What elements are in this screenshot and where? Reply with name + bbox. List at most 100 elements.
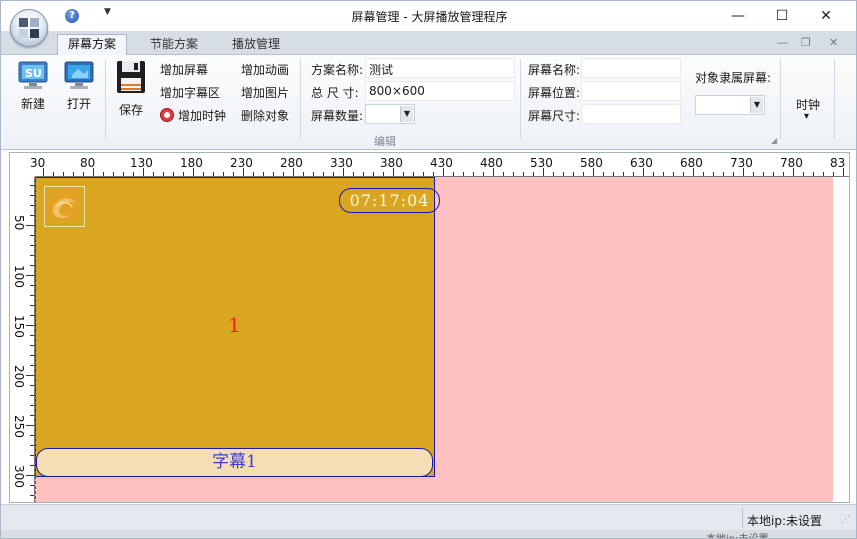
ruler-tick [553, 172, 554, 176]
total-size-field[interactable]: 800×600 [365, 81, 515, 101]
ruler-tick [183, 172, 184, 176]
ruler-tick [263, 172, 264, 176]
ruler-label: 680 [680, 156, 703, 170]
ruler-tick [633, 172, 634, 176]
ruler-tick [30, 415, 34, 416]
mdi-minimize-button[interactable]: — [777, 36, 788, 49]
ruler-tick [753, 172, 754, 176]
open-button[interactable]: 打开 [57, 59, 101, 112]
ruler-label: 580 [580, 156, 603, 170]
ribbon-separator [780, 59, 781, 139]
add-animation-button[interactable]: 增加动画 [241, 61, 289, 78]
app-menu-button[interactable] [10, 9, 48, 47]
dialog-launcher-icon[interactable]: ◢ [771, 136, 777, 145]
ruler-tick [313, 172, 314, 176]
ruler-tick [813, 172, 814, 176]
mdi-close-button[interactable]: ✕ [829, 36, 838, 49]
ruler-tick [413, 172, 414, 176]
ruler-tick [53, 172, 54, 176]
ruler-tick [163, 172, 164, 176]
close-button[interactable]: ✕ [803, 1, 849, 31]
ruler-tick [503, 172, 504, 176]
ruler-tick [773, 172, 774, 176]
ruler-tick [26, 375, 34, 376]
save-button[interactable]: 保存 [109, 59, 153, 118]
tab-screen-scheme[interactable]: 屏幕方案 [57, 34, 127, 56]
screen-number: 1 [228, 313, 241, 337]
ruler-label: 230 [230, 156, 253, 170]
ruler-label: 530 [530, 156, 553, 170]
ruler-tick [30, 495, 34, 496]
status-bar: 本地ip:未设置 ⋰ [1, 504, 856, 530]
screen-size-label: 屏幕尺寸: [528, 109, 581, 123]
clock-object[interactable]: 07:17:04 [339, 188, 440, 213]
maximize-button[interactable]: ☐ [759, 1, 805, 31]
clock-dropdown-arrow-icon[interactable]: ▾ [804, 111, 809, 122]
tab-playback-management[interactable]: 播放管理 [223, 35, 289, 55]
ruler-tick [533, 172, 534, 176]
screen-size-field[interactable] [581, 104, 681, 124]
ruler-tick [30, 405, 34, 406]
vertical-scrollbar[interactable] [833, 177, 849, 502]
floppy-disk-icon [115, 59, 147, 95]
ruler-label: 380 [380, 156, 403, 170]
ruler-tick [26, 225, 34, 226]
add-caption-area-button[interactable]: 增加字幕区 [160, 84, 220, 101]
ruler-tick [30, 435, 34, 436]
scheme-name-field[interactable]: 测试 [365, 58, 515, 78]
screen-1[interactable]: 1 07:17:04 字幕1 [35, 177, 440, 477]
resize-grip-icon[interactable]: ⋰ [841, 515, 850, 525]
ruler-tick [663, 172, 664, 176]
tab-energy-scheme[interactable]: 节能方案 [141, 35, 207, 55]
ruler-tick [833, 172, 834, 176]
ruler-tick [73, 172, 74, 176]
screen-position-field[interactable] [581, 81, 681, 101]
design-area: 30 80 130 180 230 280 330 380 430 480 530 580 630 680… [9, 152, 850, 503]
new-monitor-icon: SU [17, 59, 49, 91]
ruler-tick [223, 172, 224, 176]
add-screen-button[interactable]: 增加屏幕 [160, 61, 208, 78]
caption-object[interactable]: 字幕1 [36, 448, 433, 477]
vertical-ruler: 50 100 150 200 250 300 [10, 177, 35, 502]
ruler-tick [703, 172, 704, 176]
ruler-tick [473, 172, 474, 176]
animation-object[interactable] [44, 186, 85, 227]
ruler-tick [30, 455, 34, 456]
owner-screen-label: 对象隶属屏幕: [695, 71, 772, 85]
ribbon-tab-strip: 屏幕方案 节能方案 播放管理 — ❐ ✕ [1, 31, 856, 56]
ribbon-separator [300, 59, 301, 139]
app-logo-icon [19, 18, 39, 38]
ruler-label: 150 [12, 315, 26, 338]
chevron-down-icon: ▼ [750, 97, 763, 113]
ruler-tick [563, 172, 564, 176]
ruler-tick [26, 275, 34, 276]
ruler-tick [583, 172, 584, 176]
ruler-tick [603, 172, 604, 176]
ruler-tick [30, 245, 34, 246]
ruler-tick [26, 325, 34, 326]
ruler-label: 80 [80, 156, 96, 170]
ruler-tick [30, 255, 34, 256]
delete-object-button[interactable]: 删除对象 [241, 107, 289, 124]
ribbon-separator [520, 59, 521, 139]
add-clock-button[interactable]: 增加时钟 [160, 107, 226, 124]
local-ip-status: 本地ip:未设置 [747, 514, 822, 528]
screen-name-label: 屏幕名称: [528, 63, 581, 77]
ruler-tick [783, 172, 784, 176]
ruler-label: 250 [12, 415, 26, 438]
ribbon-group-caption-edit: 编辑 [374, 135, 396, 148]
screen-name-field[interactable] [581, 58, 681, 78]
ruler-tick [26, 425, 34, 426]
owner-screen-combo[interactable]: ▼ [695, 95, 765, 115]
ruler-tick [30, 315, 34, 316]
mdi-restore-button[interactable]: ❐ [801, 36, 811, 49]
layout-canvas[interactable]: 1 07:17:04 字幕1 [35, 177, 834, 502]
new-button[interactable]: SU 新建 [11, 59, 55, 112]
ruler-label: 630 [630, 156, 653, 170]
ruler-tick [273, 172, 274, 176]
ruler-label: 200 [12, 365, 26, 388]
ruler-tick [30, 285, 34, 286]
add-image-button[interactable]: 增加图片 [241, 84, 289, 101]
minimize-button[interactable]: — [715, 1, 761, 31]
screen-count-combo[interactable]: ▼ [365, 104, 415, 124]
